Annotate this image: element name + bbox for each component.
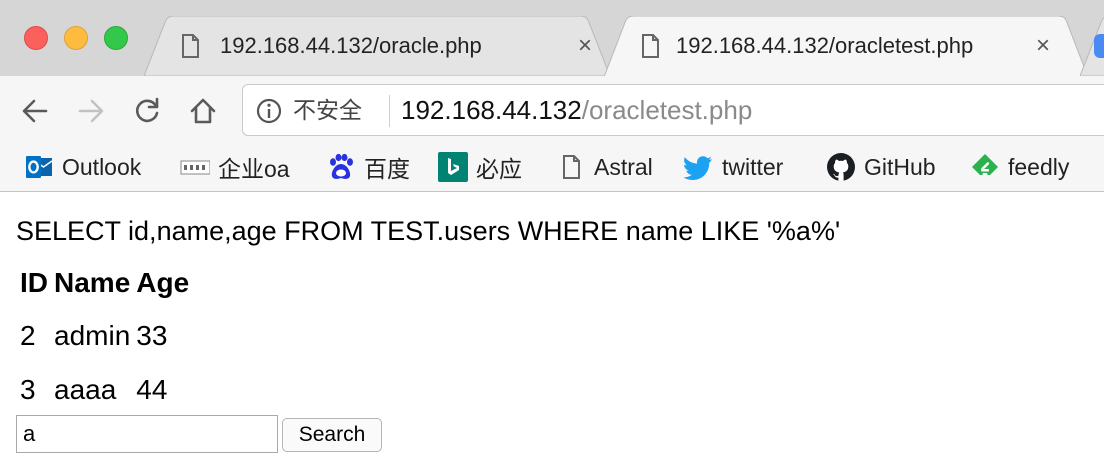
close-tab-button[interactable]: × bbox=[572, 31, 598, 61]
browser-toolbar: 不安全 192.168.44.132/oracletest.php bbox=[0, 76, 1104, 144]
cell-name: admin bbox=[54, 320, 131, 351]
tab-title: 192.168.44.132/oracle.php bbox=[220, 33, 482, 58]
cell-id: 3 bbox=[20, 374, 36, 405]
tab-oracle[interactable]: 192.168.44.132/oracle.php × bbox=[144, 16, 610, 76]
info-icon[interactable] bbox=[255, 97, 283, 125]
bookmark-label: Outlook bbox=[62, 153, 142, 180]
bookmark-feedly[interactable]: feedly bbox=[970, 152, 1069, 182]
bookmark-twitter[interactable]: twitter bbox=[684, 152, 783, 182]
close-tab-button[interactable]: × bbox=[1030, 31, 1056, 61]
address-separator bbox=[389, 95, 390, 127]
tab-title: 192.168.44.132/oracletest.php bbox=[676, 33, 974, 58]
forward-button[interactable] bbox=[74, 94, 108, 128]
search-button[interactable]: Search bbox=[282, 418, 382, 452]
bookmarks-bar: Outlook 企业oa 百度 必应 Astral twitter GitHub… bbox=[0, 144, 1104, 192]
column-header-age: Age bbox=[136, 267, 190, 298]
tab-strip: 192.168.44.132/oracle.php × 192.168.44.1… bbox=[0, 0, 1104, 76]
reload-button[interactable] bbox=[130, 94, 164, 128]
abys-icon bbox=[180, 160, 210, 175]
bookmark-astral[interactable]: Astral bbox=[556, 152, 653, 182]
column-header-id: ID bbox=[20, 267, 48, 298]
bookmark-label: GitHub bbox=[864, 153, 936, 180]
bookmark-bing[interactable]: 必应 bbox=[438, 152, 522, 182]
home-button[interactable] bbox=[186, 94, 220, 128]
table-row: 2 admin 33 bbox=[18, 310, 191, 362]
page-icon bbox=[182, 34, 199, 58]
bookmark-github[interactable]: GitHub bbox=[826, 152, 936, 182]
sql-query-text: SELECT id,name,age FROM TEST.users WHERE… bbox=[16, 216, 841, 246]
twitter-icon bbox=[684, 156, 712, 180]
bookmark-label: 必应 bbox=[476, 156, 522, 182]
home-icon bbox=[190, 98, 216, 124]
security-label[interactable]: 不安全 bbox=[293, 95, 362, 125]
column-header-name: Name bbox=[54, 267, 131, 298]
tab-partial[interactable] bbox=[1080, 16, 1104, 76]
cell-id: 2 bbox=[20, 320, 36, 351]
cell-age: 33 bbox=[136, 320, 168, 351]
table-header-row: ID Name Age bbox=[18, 258, 191, 308]
zoom-window-button[interactable] bbox=[104, 26, 128, 50]
cell-name: aaaa bbox=[54, 374, 117, 405]
table-row: 3 aaaa 44 bbox=[18, 364, 191, 416]
bookmark-label: 百度 bbox=[364, 156, 410, 182]
reload-icon bbox=[136, 97, 159, 123]
search-input[interactable] bbox=[16, 415, 278, 453]
outlook-icon bbox=[26, 156, 53, 178]
bookmark-outlook[interactable]: Outlook bbox=[24, 152, 141, 182]
page-content: SELECT id,name,age FROM TEST.users WHERE… bbox=[0, 192, 1104, 458]
feedly-icon bbox=[972, 154, 998, 176]
bookmark-label: twitter bbox=[722, 153, 784, 180]
bookmark-label: feedly bbox=[1008, 153, 1070, 180]
page-icon bbox=[563, 155, 580, 179]
bookmark-baidu[interactable]: 百度 bbox=[326, 152, 410, 182]
bing-icon bbox=[438, 152, 468, 182]
url-path: /oracletest.php bbox=[581, 95, 753, 125]
arrow-left-icon bbox=[22, 99, 48, 123]
url-text[interactable]: 192.168.44.132/oracletest.php bbox=[401, 95, 752, 125]
results-table: ID Name Age 2 admin 33 3 aaaa 44 bbox=[16, 256, 193, 418]
cell-age: 44 bbox=[136, 374, 168, 405]
bookmark-label: Astral bbox=[594, 153, 653, 180]
tab-oracletest[interactable]: 192.168.44.132/oracletest.php × bbox=[604, 16, 1088, 76]
minimize-window-button[interactable] bbox=[64, 26, 88, 50]
url-host: 192.168.44.132 bbox=[401, 95, 582, 125]
page-icon bbox=[642, 34, 659, 58]
bookmark-label: 企业oa bbox=[218, 156, 290, 182]
arrow-right-icon bbox=[78, 99, 104, 123]
baidu-icon bbox=[330, 153, 353, 179]
back-button[interactable] bbox=[18, 94, 52, 128]
close-window-button[interactable] bbox=[24, 26, 48, 50]
address-bar[interactable]: 不安全 192.168.44.132/oracletest.php bbox=[242, 84, 1104, 136]
github-icon bbox=[827, 153, 855, 181]
bookmark-oa[interactable]: 企业oa bbox=[180, 152, 290, 182]
